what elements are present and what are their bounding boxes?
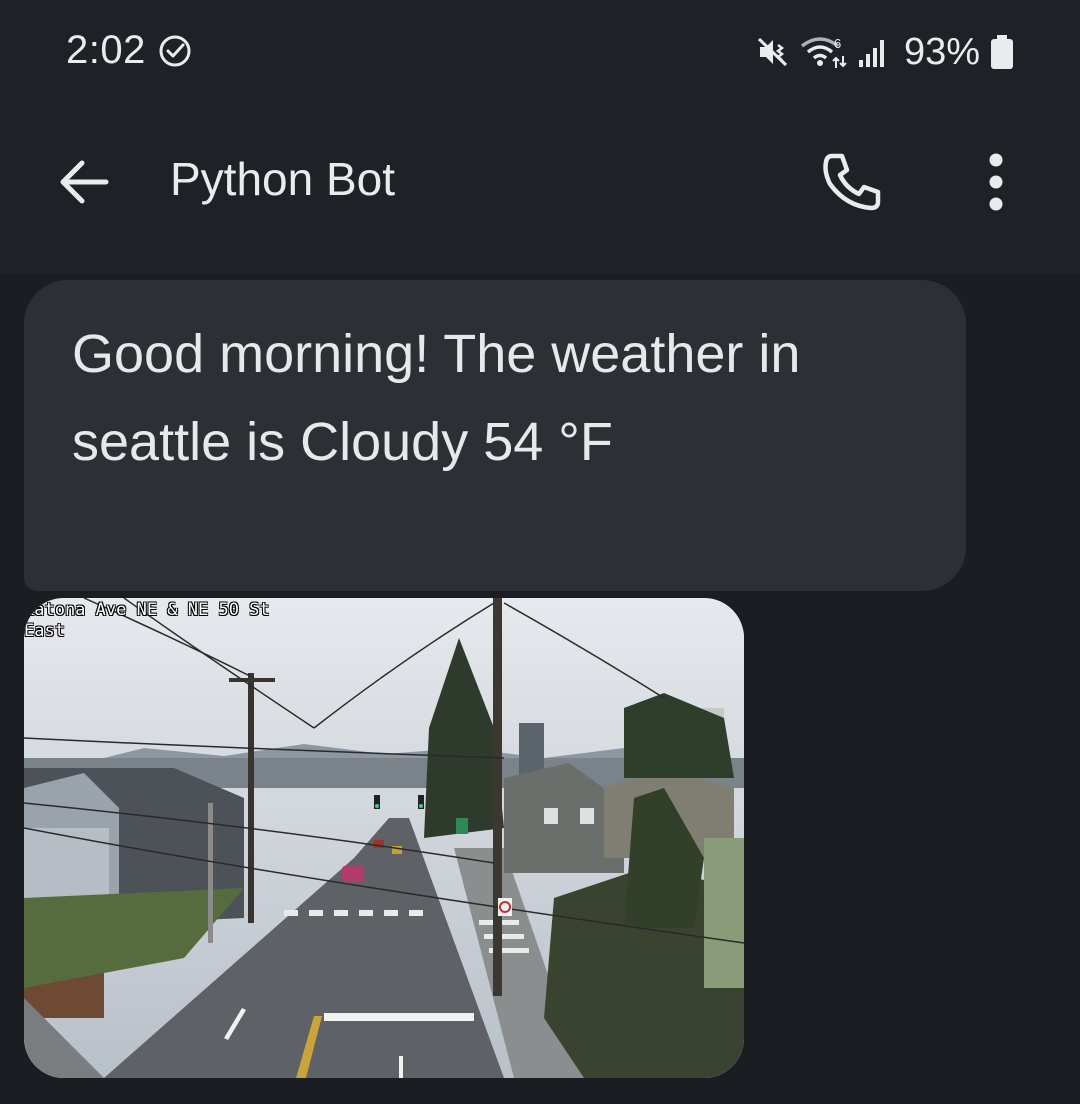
more-vert-icon[interactable] [976,148,1016,216]
phone-icon[interactable] [818,148,886,216]
svg-text:6: 6 [834,36,841,51]
status-icons: 6 93% [756,28,1014,76]
app-bar: Python Bot [0,104,1080,274]
camera-overlay: Latona Ave NE & NE 50 St East [24,598,270,642]
chat-title: Python Bot [170,153,396,205]
battery-icon [991,35,1013,69]
conversation: Good morning! The weather in seattle is … [0,274,1080,1104]
signal-icon [858,40,884,67]
mute-vibrate-icon [757,37,787,67]
status-bar: 2:02 6 93% [0,0,1080,104]
message-bubble[interactable]: Good morning! The weather in seattle is … [24,280,966,591]
message-text: Good morning! The weather in seattle is … [72,324,801,472]
traffic-camera-image[interactable]: Latona Ave NE & NE 50 St East [24,598,744,1078]
status-time: 2:02 [66,28,146,72]
check-circle-icon [159,35,191,67]
street-photo [24,598,744,1078]
back-arrow-icon[interactable] [52,150,116,214]
camera-direction-label: East [24,621,65,641]
battery-percent: 93% [903,30,980,73]
camera-location-label: Latona Ave NE & NE 50 St [24,600,270,620]
wifi-6-icon: 6 [800,36,847,68]
